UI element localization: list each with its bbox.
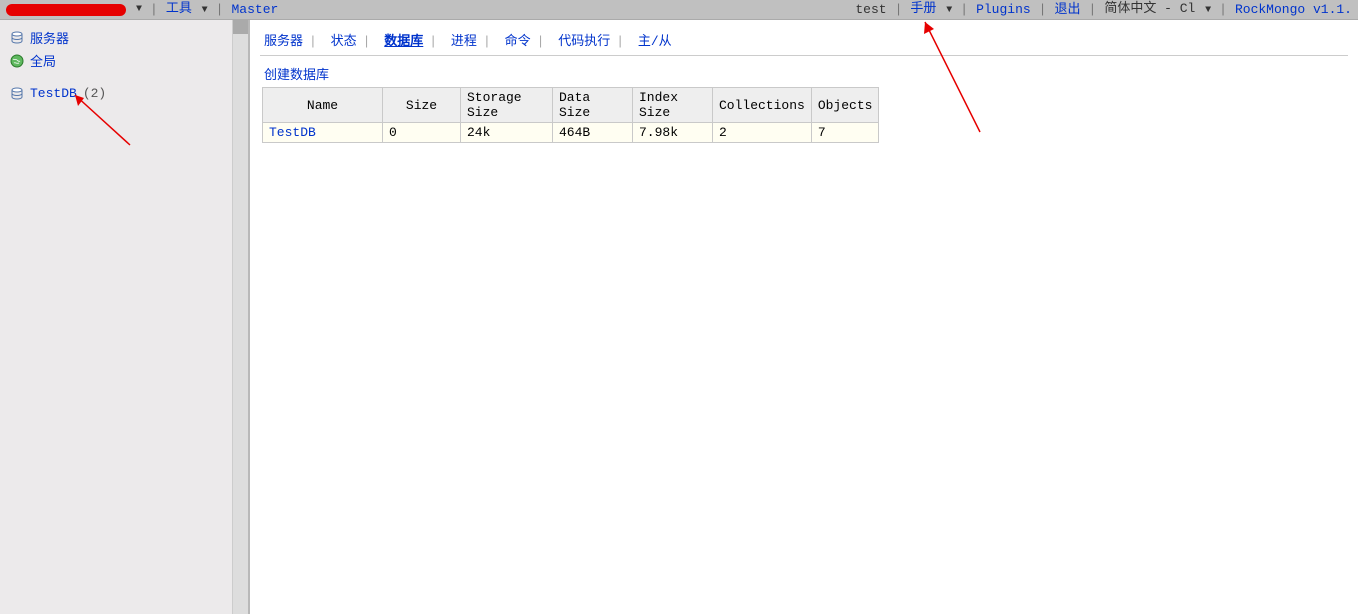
main-content: 服务器| 状态| 数据库| 进程| 命令| 代码执行| 主/从 创建数据库 Na… — [250, 20, 1358, 614]
cell-data: 464B — [553, 123, 633, 143]
master-link[interactable]: Master — [231, 0, 278, 20]
host-dropdown-icon[interactable]: ▼ — [136, 0, 142, 20]
tools-link[interactable]: 工具 ▼ — [166, 0, 208, 21]
table-row: TestDB 0 24k 464B 7.98k 2 7 — [263, 123, 879, 143]
cell-size: 0 — [383, 123, 461, 143]
col-data-size: Data Size — [553, 88, 633, 123]
tab-status[interactable]: 状态 — [331, 34, 357, 49]
scrollbar-thumb[interactable] — [233, 20, 248, 34]
language-select[interactable]: 简体中文 - Cl ▼ — [1104, 0, 1211, 21]
col-storage-size: Storage Size — [461, 88, 553, 123]
tab-server[interactable]: 服务器 — [264, 34, 303, 49]
topbar: ▼ | 工具 ▼ | Master test | 手册 ▼ | Plugins … — [0, 0, 1358, 20]
sidebar-db-count: (2) — [83, 86, 106, 101]
sidebar-item-label: 全局 — [30, 51, 56, 70]
sidebar-item-global[interactable]: 全局 — [0, 49, 248, 72]
sidebar-db-label: TestDB — [30, 86, 77, 101]
cell-index: 7.98k — [633, 123, 713, 143]
manual-link[interactable]: 手册 ▼ — [910, 0, 952, 21]
database-icon — [10, 31, 24, 45]
sidebar-item-db-testdb[interactable]: TestDB (2) — [0, 84, 248, 103]
version-link[interactable]: RockMongo v1.1. — [1235, 0, 1352, 20]
table-header-row: Name Size Storage Size Data Size Index S… — [263, 88, 879, 123]
redacted-host — [6, 4, 126, 16]
tab-execute[interactable]: 代码执行 — [558, 34, 610, 49]
cell-storage: 24k — [461, 123, 553, 143]
database-table: Name Size Storage Size Data Size Index S… — [262, 87, 879, 143]
sidebar-scrollbar[interactable] — [232, 20, 248, 614]
sidebar-item-server[interactable]: 服务器 — [0, 26, 248, 49]
tab-databases[interactable]: 数据库 — [384, 34, 423, 49]
cell-collections: 2 — [713, 123, 812, 143]
logout-link[interactable]: 退出 — [1054, 0, 1080, 20]
col-objects: Objects — [811, 88, 879, 123]
tab-processes[interactable]: 进程 — [451, 34, 477, 49]
tools-dropdown-icon: ▼ — [202, 5, 208, 16]
globe-icon — [10, 54, 24, 68]
plugins-link[interactable]: Plugins — [976, 0, 1031, 20]
sidebar: 服务器 全局 TestDB (2) — [0, 20, 250, 614]
current-user: test — [855, 0, 886, 20]
lang-dropdown-icon: ▼ — [1205, 5, 1211, 16]
tab-command[interactable]: 命令 — [505, 34, 531, 49]
col-name: Name — [263, 88, 383, 123]
sidebar-item-label: 服务器 — [30, 28, 69, 47]
database-icon — [10, 87, 24, 101]
col-collections: Collections — [713, 88, 812, 123]
tabs: 服务器| 状态| 数据库| 进程| 命令| 代码执行| 主/从 — [260, 26, 1348, 56]
manual-dropdown-icon: ▼ — [946, 5, 952, 16]
cell-objects: 7 — [811, 123, 879, 143]
tab-replication[interactable]: 主/从 — [638, 34, 672, 49]
col-index-size: Index Size — [633, 88, 713, 123]
col-size: Size — [383, 88, 461, 123]
db-name-link[interactable]: TestDB — [269, 125, 316, 140]
create-database-link[interactable]: 创建数据库 — [264, 64, 329, 83]
